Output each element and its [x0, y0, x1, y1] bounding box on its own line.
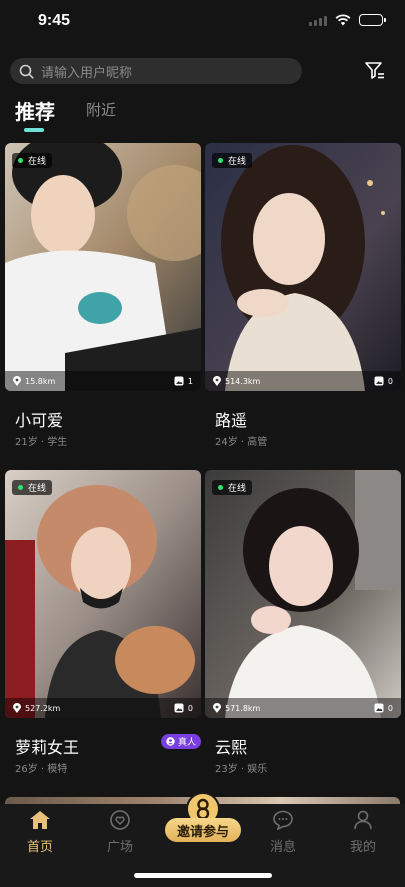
online-status-badge: 在线: [12, 480, 53, 495]
location-pin-icon: [13, 703, 21, 713]
distance-label: 514.3km: [225, 376, 261, 386]
user-name: 路遥: [215, 411, 248, 430]
profile-photo-image: [5, 143, 201, 391]
nav-messages-label: 消息: [269, 840, 296, 855]
distance-label: 571.8km: [225, 703, 261, 713]
nav-square-label: 广场: [106, 840, 133, 855]
user-meta: 24岁 · 高管: [215, 437, 268, 448]
tab-nearby[interactable]: 附近: [86, 99, 116, 120]
invite-label: 邀请参与: [165, 818, 241, 842]
status-time: 9:45: [38, 12, 71, 29]
user-photo[interactable]: 在线 514.3km 0: [205, 143, 401, 391]
user-card-2[interactable]: 在线 514.3km 0 路遥 24岁 · 高管: [205, 143, 401, 448]
photo-info-bar: 514.3km 0: [205, 371, 401, 391]
online-dot-icon: [218, 158, 223, 163]
photo-album-icon: [174, 376, 184, 386]
wifi-icon: [335, 14, 351, 26]
battery-icon: [359, 14, 386, 26]
user-card-4[interactable]: 在线 571.8km 0 云熙 23岁 · 娱乐: [205, 470, 401, 775]
online-status-label: 在线: [228, 157, 247, 167]
location-pin-icon: [13, 376, 21, 386]
nav-mine[interactable]: 我的: [333, 810, 393, 855]
user-name: 萝莉女王: [15, 738, 80, 757]
nav-messages[interactable]: 消息: [253, 810, 313, 855]
photo-count: 1: [187, 376, 193, 386]
photo-info-bar: 571.8km 0: [205, 698, 401, 718]
user-name: 小可爱: [15, 411, 64, 430]
chat-bubble-icon: [273, 810, 293, 830]
online-status-label: 在线: [28, 484, 47, 494]
search-placeholder: 请输入用户昵称: [41, 65, 133, 81]
user-meta: 26岁 · 模特: [15, 764, 68, 775]
tab-recommend[interactable]: 推荐: [15, 96, 55, 125]
photo-album-icon: [374, 376, 384, 386]
photo-count: 0: [387, 376, 393, 386]
nav-home[interactable]: 首页: [10, 810, 70, 855]
home-icon: [30, 811, 50, 829]
online-status-label: 在线: [228, 484, 247, 494]
status-bar: 9:45: [0, 0, 405, 44]
photo-album-icon: [374, 703, 384, 713]
search-input[interactable]: 请输入用户昵称: [10, 58, 302, 84]
verified-person-icon: [166, 737, 175, 746]
cellular-signal-icon: [309, 15, 327, 26]
photo-info-bar: 527.2km 0: [5, 698, 201, 718]
user-meta: 23岁 · 娱乐: [215, 764, 268, 775]
user-card-1[interactable]: 在线 15.8km 1 小可爱 21岁 · 学生: [5, 143, 201, 448]
profile-photo-image: [205, 143, 401, 391]
user-name: 云熙: [215, 738, 248, 757]
online-status-label: 在线: [28, 157, 47, 167]
location-pin-icon: [213, 703, 221, 713]
photo-album-icon: [174, 703, 184, 713]
online-dot-icon: [218, 485, 223, 490]
user-photo[interactable]: 在线 527.2km 0: [5, 470, 201, 718]
verified-badge: 真人: [160, 734, 201, 749]
photo-count: 0: [387, 703, 393, 713]
online-dot-icon: [18, 158, 23, 163]
status-icons: [309, 14, 386, 26]
app-screen: 9:45 请输入用户昵称 推荐 附近 在线 15.8km 1 小可爱 21岁 ·…: [0, 0, 405, 887]
online-dot-icon: [18, 485, 23, 490]
verified-label: 真人: [177, 738, 196, 748]
active-tab-indicator: [24, 128, 44, 132]
distance-label: 527.2km: [25, 703, 61, 713]
profile-icon: [354, 810, 372, 830]
nav-home-label: 首页: [26, 840, 53, 855]
user-card-3[interactable]: 在线 527.2km 0 萝莉女王 真人 26岁 · 模特: [5, 470, 201, 775]
location-pin-icon: [213, 376, 221, 386]
profile-photo-image: [5, 470, 201, 718]
profile-photo-image: [205, 470, 401, 718]
user-meta: 21岁 · 学生: [15, 437, 68, 448]
photo-count: 0: [187, 703, 193, 713]
online-status-badge: 在线: [212, 480, 253, 495]
distance-label: 15.8km: [25, 376, 56, 386]
user-photo[interactable]: 在线 15.8km 1: [5, 143, 201, 391]
nav-square[interactable]: 广场: [90, 810, 150, 855]
nav-mine-label: 我的: [349, 840, 376, 855]
search-icon: [19, 64, 34, 79]
filter-icon[interactable]: [364, 60, 386, 82]
user-photo[interactable]: 在线 571.8km 0: [205, 470, 401, 718]
heart-circle-icon: [110, 810, 130, 830]
photo-info-bar: 15.8km 1: [5, 371, 201, 391]
home-indicator: [134, 873, 272, 878]
online-status-badge: 在线: [212, 153, 253, 168]
invite-button[interactable]: 邀请参与: [165, 792, 241, 848]
online-status-badge: 在线: [12, 153, 53, 168]
